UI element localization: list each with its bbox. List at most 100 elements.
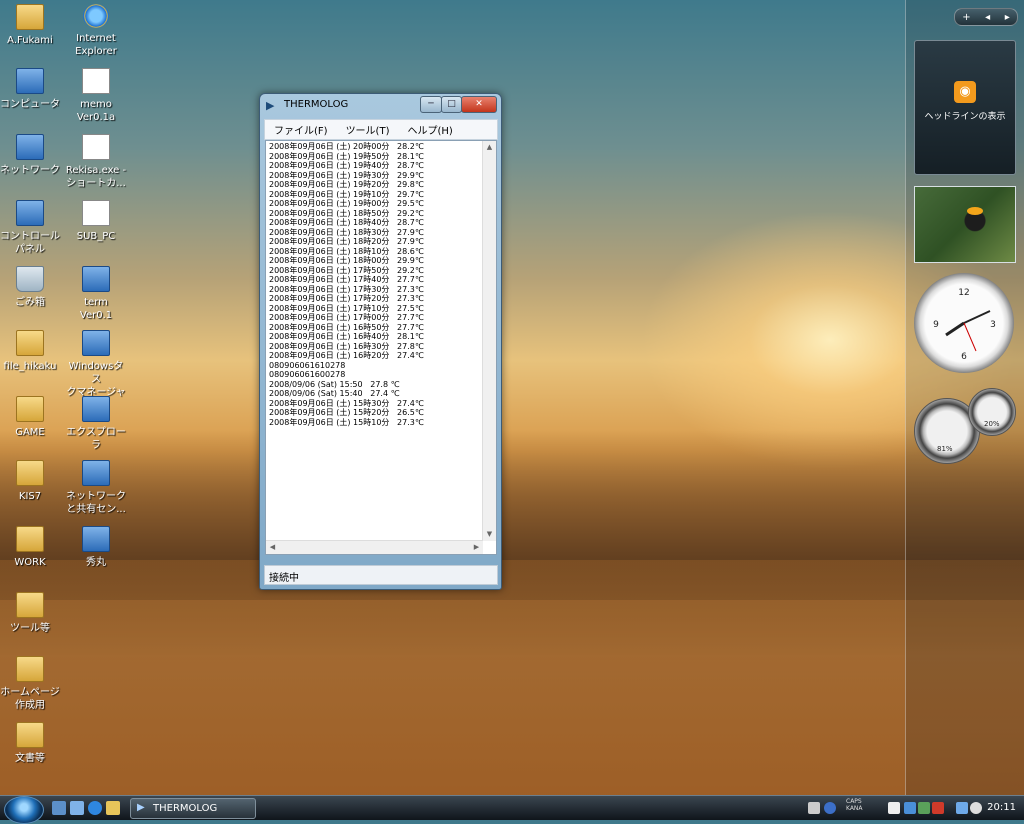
folder-quicklaunch-icon[interactable] xyxy=(106,801,120,815)
desktop-icon[interactable]: コンピュータ xyxy=(0,68,62,111)
kana-label: KANA xyxy=(846,805,863,812)
log-line: 080906061600278 xyxy=(269,370,346,379)
desktop-icon-label: term Ver0.1 xyxy=(79,297,113,321)
log-line: 2008年09月06日 (土) 16時20分 27.4℃ xyxy=(269,351,424,360)
folder-icon xyxy=(16,722,44,748)
desktop-icon[interactable]: ホームページ 作成用 xyxy=(0,656,62,712)
prev-icon[interactable]: ◂ xyxy=(985,12,990,23)
log-line: 2008年09月06日 (土) 15時20分 26.5℃ xyxy=(269,408,424,417)
desktop-icon-label: 秀丸 xyxy=(86,557,106,568)
recycle-bin-icon xyxy=(16,266,44,292)
log-line: 2008年09月06日 (土) 17時20分 27.3℃ xyxy=(269,294,424,303)
log-textarea[interactable]: 2008年09月06日 (土) 20時00分 28.2℃ 2008年09月06日 … xyxy=(265,140,497,555)
switch-windows-icon[interactable] xyxy=(70,801,84,815)
slideshow-gadget[interactable] xyxy=(914,186,1016,263)
desktop-icon[interactable]: ごみ箱 xyxy=(0,266,62,309)
control-panel-icon xyxy=(16,200,44,226)
taskbar-clock[interactable]: 20:11 xyxy=(987,802,1016,813)
vertical-scrollbar[interactable]: ▲ ▼ xyxy=(482,141,496,541)
desktop-icon-label: WORK xyxy=(14,557,46,568)
tray-app-icon[interactable] xyxy=(904,802,916,814)
desktop-icon[interactable]: file_hikaku xyxy=(0,330,62,373)
log-line: 2008年09月06日 (土) 18時40分 28.7℃ xyxy=(269,218,424,227)
desktop-icon[interactable]: memo Ver0.1a xyxy=(64,68,128,124)
desktop-icon[interactable]: コントロール パネル xyxy=(0,200,62,256)
desktop-icon[interactable]: Rekisa.exe - ショートカ... xyxy=(64,134,128,190)
taskbar-thermolog-label: THERMOLOG xyxy=(153,803,218,814)
tray-security-icon[interactable] xyxy=(918,802,930,814)
desktop-icon[interactable]: 秀丸 xyxy=(64,526,128,569)
menu-tools[interactable]: ツール(T) xyxy=(337,120,399,139)
tray-antivirus-icon[interactable] xyxy=(932,802,944,814)
sidebar-controls[interactable]: + ◂ ▸ xyxy=(954,8,1018,26)
feed-gadget[interactable]: ◉ ヘッドラインの表示 xyxy=(914,40,1016,175)
task-manager-icon xyxy=(82,330,110,356)
desktop-icon[interactable]: エクスプロー ラ xyxy=(64,396,128,452)
start-button[interactable] xyxy=(4,796,44,824)
scroll-right-icon[interactable]: ▶ xyxy=(470,541,483,554)
svg-text:12: 12 xyxy=(958,288,969,298)
svg-text:6: 6 xyxy=(961,352,967,362)
internet-explorer-quicklaunch-icon[interactable] xyxy=(88,801,102,815)
desktop-icon[interactable]: Windowsタス クマネージャ xyxy=(64,330,128,399)
desktop-icon-label: memo Ver0.1a xyxy=(76,99,116,123)
desktop-icon-label: file_hikaku xyxy=(3,361,57,372)
desktop-icon[interactable]: ネットワーク xyxy=(0,134,62,177)
desktop-icon[interactable]: ツール等 xyxy=(0,592,62,635)
svg-text:3: 3 xyxy=(990,320,996,330)
desktop-icon[interactable]: WORK xyxy=(0,526,62,569)
desktop-icon-label: ネットワーク と共有セン... xyxy=(66,491,126,515)
desktop-icon[interactable]: A.Fukami xyxy=(0,4,62,47)
window-title: THERMOLOG xyxy=(284,99,349,110)
log-line: 2008年09月06日 (土) 15時10分 27.3℃ xyxy=(269,417,424,427)
next-icon[interactable]: ▸ xyxy=(1005,12,1010,23)
desktop-icon[interactable]: 文書等 xyxy=(0,722,62,765)
log-line: 2008年09月06日 (土) 19時30分 29.9℃ xyxy=(269,170,424,180)
minimize-button[interactable]: ─ xyxy=(420,96,442,113)
show-desktop-icon[interactable] xyxy=(52,801,66,815)
status-bar: 接続中 xyxy=(264,565,498,585)
keyboard-icon[interactable] xyxy=(808,802,820,814)
desktop-icon[interactable]: ネットワーク と共有セン... xyxy=(64,460,128,516)
scroll-left-icon[interactable]: ◀ xyxy=(266,541,279,554)
volume-icon[interactable] xyxy=(970,802,982,814)
folder-icon xyxy=(16,396,44,422)
desktop-icon-label: A.Fukami xyxy=(7,35,53,46)
network-status-icon[interactable] xyxy=(956,802,968,814)
desktop-icon-label: 文書等 xyxy=(15,753,45,764)
desktop-icon[interactable]: KIS7 xyxy=(0,460,62,503)
desktop-icon[interactable]: term Ver0.1 xyxy=(64,266,128,322)
desktop-icon[interactable]: GAME xyxy=(0,396,62,439)
add-gadget-icon[interactable]: + xyxy=(962,12,970,23)
desktop-icon-label: Windowsタス クマネージャ xyxy=(66,361,126,398)
memory-meter-gadget[interactable]: 20% xyxy=(968,388,1016,436)
scroll-up-icon[interactable]: ▲ xyxy=(483,141,496,154)
log-line: 2008年09月06日 (土) 18時30分 27.9℃ xyxy=(269,227,424,237)
network-center-icon xyxy=(82,460,110,486)
menu-file[interactable]: ファイル(F) xyxy=(265,120,337,139)
taskbar-thermolog-button[interactable]: ▶ THERMOLOG xyxy=(130,798,256,819)
log-line: 2008年09月06日 (土) 19時40分 28.7℃ xyxy=(269,161,424,170)
title-bar[interactable]: ▶ THERMOLOG ─ □ ✕ xyxy=(260,94,501,116)
status-text: 接続中 xyxy=(269,573,299,584)
horizontal-scrollbar[interactable]: ◀ ▶ xyxy=(266,540,483,554)
desktop-icon[interactable]: SUB_PC xyxy=(64,200,128,243)
network-icon xyxy=(16,134,44,160)
folder-icon xyxy=(16,526,44,552)
thermolog-window[interactable]: ▶ THERMOLOG ─ □ ✕ ファイル(F) ツール(T) ヘルプ(H) … xyxy=(259,93,502,590)
desktop-icon-label: Rekisa.exe - ショートカ... xyxy=(65,165,127,189)
log-line: 2008年09月06日 (土) 16時40分 28.1℃ xyxy=(269,332,424,341)
clock-gadget[interactable]: 12 3 6 9 xyxy=(914,273,1014,373)
desktop-icon-label: KIS7 xyxy=(18,491,42,502)
desktop-icon[interactable]: Internet Explorer xyxy=(64,4,128,58)
ime-indicator[interactable]: CAPS KANA xyxy=(846,798,863,812)
ime-tool-icon[interactable] xyxy=(888,802,900,814)
close-button[interactable]: ✕ xyxy=(461,96,497,113)
maximize-button[interactable]: □ xyxy=(441,96,462,113)
help-icon[interactable] xyxy=(824,802,836,814)
folder-icon xyxy=(16,656,44,682)
scroll-down-icon[interactable]: ▼ xyxy=(483,528,496,541)
log-line: 2008年09月06日 (土) 18時00分 29.9℃ xyxy=(269,256,424,265)
log-line: 2008/09/06 (Sat) 15:40 27.4 ℃ xyxy=(269,389,400,398)
menu-help[interactable]: ヘルプ(H) xyxy=(398,120,461,139)
